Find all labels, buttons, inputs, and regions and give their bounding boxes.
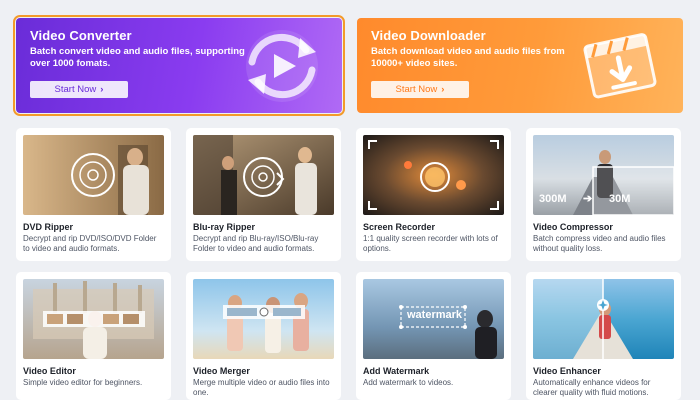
tool-title: DVD Ripper — [23, 222, 74, 232]
tool-card-video-enhancer[interactable]: Video Enhancer Automatically enhance vid… — [526, 272, 681, 400]
tool-title: Video Compressor — [533, 222, 613, 232]
tool-title: Add Watermark — [363, 366, 430, 376]
add-watermark-thumbnail: watermark — [363, 279, 504, 359]
tool-card-dvd-ripper[interactable]: DVD Ripper Decrypt and rip DVD/ISO/DVD F… — [16, 128, 171, 261]
tool-card-video-merger[interactable]: Video Merger Merge multiple video or aud… — [186, 272, 341, 400]
chevron-right-icon: › — [441, 84, 445, 95]
tool-card-video-editor[interactable]: Video Editor Simple video editor for beg… — [16, 272, 171, 400]
video-merger-thumbnail — [193, 279, 334, 359]
tool-description: Batch compress video and audio files wit… — [533, 234, 666, 253]
video-converter-title: Video Converter — [30, 28, 132, 43]
screen-recorder-thumbnail — [363, 135, 504, 215]
tool-description: Decrypt and rip DVD/ISO/DVD Folder to vi… — [23, 234, 157, 253]
film-strip-icon — [43, 311, 145, 327]
compressed-size-label: 30M — [609, 193, 631, 205]
tool-card-blu-ray-ripper[interactable]: Blu-ray Ripper Decrypt and rip Blu-ray/I… — [186, 128, 341, 261]
download-icon — [583, 33, 657, 99]
tool-card-add-watermark[interactable]: watermark Add Watermark Add watermark to… — [356, 272, 511, 400]
video-downloader-banner[interactable]: Video Downloader Batch download video an… — [357, 18, 683, 113]
tool-description: 1:1 quality screen recorder with lots of… — [363, 234, 498, 253]
tool-title: Video Enhancer — [533, 366, 601, 376]
start-button-label: Start Now — [54, 84, 97, 95]
film-strip-icon — [223, 305, 305, 319]
tool-description: Simple video editor for beginners. — [23, 378, 143, 387]
start-button-label: Start Now — [395, 84, 438, 95]
chevron-right-icon: › — [100, 84, 104, 95]
tool-title: Blu-ray Ripper — [193, 222, 256, 232]
video-editor-thumbnail — [23, 279, 164, 359]
video-downloader-description: Batch download video and audio files fro… — [371, 46, 565, 69]
video-downloader-title: Video Downloader — [371, 28, 486, 43]
convert-icon — [246, 30, 318, 102]
sparkle-icon — [597, 299, 609, 311]
tool-description: Automatically enhance videos for clearer… — [533, 378, 651, 397]
tool-description: Merge multiple video or audio files into… — [193, 378, 330, 397]
video-converter-banner[interactable]: Video Converter Batch convert video and … — [13, 15, 345, 116]
video-enhancer-thumbnail — [533, 279, 674, 359]
tool-card-screen-recorder[interactable]: Screen Recorder 1:1 quality screen recor… — [356, 128, 511, 261]
tool-card-video-compressor[interactable]: 300M ➔ 30M Video Compressor Batch compre… — [526, 128, 681, 261]
tool-title: Video Merger — [193, 366, 250, 376]
video-converter-description: Batch convert video and audio files, sup… — [30, 46, 245, 69]
original-size-label: 300M — [539, 193, 567, 205]
video-converter-start-button[interactable]: Start Now › — [30, 81, 128, 98]
arrow-right-icon: ➔ — [583, 193, 593, 205]
tool-title: Screen Recorder — [363, 222, 436, 232]
dvd-ripper-thumbnail — [23, 135, 164, 215]
video-downloader-start-button[interactable]: Start Now › — [371, 81, 469, 98]
video-compressor-thumbnail: 300M ➔ 30M — [533, 135, 674, 215]
blu-ray-ripper-thumbnail — [193, 135, 334, 215]
tool-description: Decrypt and rip Blu-ray/ISO/Blu-ray Fold… — [193, 234, 319, 253]
tool-description: Add watermark to videos. — [363, 378, 454, 387]
tool-title: Video Editor — [23, 366, 76, 376]
watermark-text: watermark — [407, 309, 463, 321]
